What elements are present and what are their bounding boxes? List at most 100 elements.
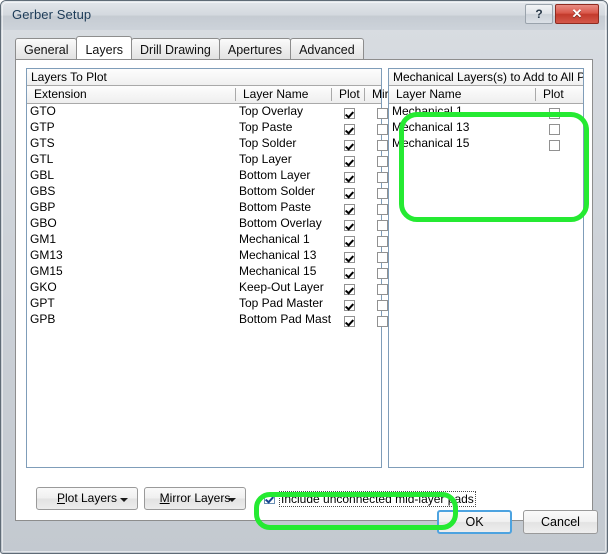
column-divider-mech <box>535 88 536 101</box>
cell-extension: GBL <box>30 168 55 182</box>
cell-layer-name: Mechanical 13 <box>239 248 317 262</box>
mirror-checkbox[interactable] <box>376 188 388 200</box>
cell-plot[interactable] <box>335 216 363 232</box>
gerber-setup-dialog: Gerber Setup ? ✕ General Layers Drill Draw… <box>0 0 608 554</box>
plot-checkbox[interactable] <box>343 236 355 248</box>
mirror-checkbox[interactable] <box>376 268 388 280</box>
mirror-checkbox[interactable] <box>376 316 388 328</box>
mirror-checkbox[interactable] <box>376 220 388 232</box>
mechanical-layers-grid[interactable]: Mechanical Layers(s) to Add to All Plot … <box>388 68 584 468</box>
plot-checkbox[interactable] <box>343 300 355 312</box>
table-row[interactable]: Mechanical 13 <box>389 120 583 136</box>
plot-checkbox[interactable] <box>343 316 355 328</box>
tab-advanced[interactable]: Advanced <box>290 38 364 59</box>
dialog-footer: OK Cancel <box>9 500 601 547</box>
help-button[interactable]: ? <box>525 4 553 24</box>
close-button[interactable]: ✕ <box>555 4 599 24</box>
cell-plot[interactable] <box>335 296 363 312</box>
cell-plot[interactable] <box>335 248 363 264</box>
plot-checkbox[interactable] <box>343 268 355 280</box>
cell-plot[interactable] <box>335 200 363 216</box>
plot-checkbox[interactable] <box>343 220 355 232</box>
column-header-mech-layer-name[interactable]: Layer Name <box>392 86 532 103</box>
plot-checkbox[interactable] <box>343 252 355 264</box>
cancel-button[interactable]: Cancel <box>523 510 598 534</box>
mirror-checkbox[interactable] <box>376 156 388 168</box>
mirror-checkbox[interactable] <box>376 300 388 312</box>
cell-plot[interactable] <box>335 184 363 200</box>
cell-extension: GTL <box>30 152 54 166</box>
cell-extension: GTP <box>30 120 55 134</box>
cell-mech-plot[interactable] <box>539 120 569 136</box>
plot-checkbox[interactable] <box>343 124 355 136</box>
cell-mech-plot[interactable] <box>539 104 569 120</box>
table-row[interactable]: GTO Top Overlay <box>27 104 388 120</box>
mirror-checkbox[interactable] <box>376 124 388 136</box>
cell-plot[interactable] <box>335 312 363 328</box>
cell-plot[interactable] <box>335 104 363 120</box>
plot-checkbox[interactable] <box>343 108 355 120</box>
mechanical-layers-caption: Mechanical Layers(s) to Add to All Plot <box>389 69 583 86</box>
column-header-plot[interactable]: Plot <box>335 86 363 103</box>
mirror-checkbox[interactable] <box>376 204 388 216</box>
plot-checkbox[interactable] <box>343 188 355 200</box>
cell-plot[interactable] <box>335 152 363 168</box>
table-row[interactable]: GTL Top Layer <box>27 152 388 168</box>
cell-extension: GTS <box>30 136 55 150</box>
table-row[interactable]: GBS Bottom Solder <box>27 184 388 200</box>
mirror-checkbox[interactable] <box>376 236 388 248</box>
plot-checkbox[interactable] <box>343 172 355 184</box>
cell-plot[interactable] <box>335 120 363 136</box>
title-bar: Gerber Setup ? ✕ <box>1 1 607 30</box>
cell-layer-name: Bottom Pad Mast‹ <box>239 312 331 326</box>
cell-layer-name: Mechanical 1 <box>239 232 310 246</box>
table-row[interactable]: GTP Top Paste <box>27 120 388 136</box>
table-row[interactable]: GTS Top Solder <box>27 136 388 152</box>
mirror-checkbox[interactable] <box>376 284 388 296</box>
mech-plot-checkbox[interactable] <box>548 108 560 120</box>
cell-mech-plot[interactable] <box>539 136 569 152</box>
cell-plot[interactable] <box>335 232 363 248</box>
column-header-layer-name[interactable]: Layer Name <box>239 86 331 103</box>
mechanical-layers-header: Layer Name Plot <box>389 86 583 104</box>
layers-to-plot-caption: Layers To Plot <box>27 69 381 86</box>
table-row[interactable]: GBO Bottom Overlay <box>27 216 388 232</box>
tab-apertures[interactable]: Apertures <box>218 38 292 59</box>
mech-plot-checkbox[interactable] <box>548 140 560 152</box>
plot-checkbox[interactable] <box>343 204 355 216</box>
ok-button[interactable]: OK <box>437 510 512 534</box>
cell-plot[interactable] <box>335 168 363 184</box>
table-row[interactable]: Mechanical 1 <box>389 104 583 120</box>
table-row[interactable]: Mechanical 15 <box>389 136 583 152</box>
plot-checkbox[interactable] <box>343 140 355 152</box>
cell-layer-name: Keep-Out Layer <box>239 280 324 294</box>
table-row[interactable]: GM15 Mechanical 15 <box>27 264 388 280</box>
plot-checkbox[interactable] <box>343 156 355 168</box>
cell-plot[interactable] <box>335 280 363 296</box>
cell-layer-name: Top Layer <box>239 152 292 166</box>
mirror-checkbox[interactable] <box>376 140 388 152</box>
tab-strip: General Layers Drill Drawing Apertures Advan… <box>15 36 364 59</box>
cell-extension: GPB <box>30 312 56 326</box>
plot-checkbox[interactable] <box>343 284 355 296</box>
column-header-mech-plot[interactable]: Plot <box>539 86 569 103</box>
mirror-checkbox[interactable] <box>376 108 388 120</box>
mirror-checkbox[interactable] <box>376 172 388 184</box>
cell-plot[interactable] <box>335 136 363 152</box>
cell-layer-name: Top Paste <box>239 120 293 134</box>
table-row[interactable]: GM13 Mechanical 13 <box>27 248 388 264</box>
table-row[interactable]: GPB Bottom Pad Mast‹ <box>27 312 388 328</box>
table-row[interactable]: GPT Top Pad Master <box>27 296 388 312</box>
tab-general[interactable]: General <box>15 38 78 59</box>
table-row[interactable]: GBL Bottom Layer <box>27 168 388 184</box>
tab-drill-drawing[interactable]: Drill Drawing <box>131 38 220 59</box>
cell-plot[interactable] <box>335 264 363 280</box>
tab-layers[interactable]: Layers <box>76 36 133 59</box>
mech-plot-checkbox[interactable] <box>548 124 560 136</box>
mirror-checkbox[interactable] <box>376 252 388 264</box>
column-header-extension[interactable]: Extension <box>30 86 235 103</box>
layers-to-plot-grid[interactable]: Layers To Plot Extension Layer Name Plot… <box>26 68 396 468</box>
table-row[interactable]: GKO Keep-Out Layer <box>27 280 388 296</box>
table-row[interactable]: GBP Bottom Paste <box>27 200 388 216</box>
table-row[interactable]: GM1 Mechanical 1 <box>27 232 388 248</box>
